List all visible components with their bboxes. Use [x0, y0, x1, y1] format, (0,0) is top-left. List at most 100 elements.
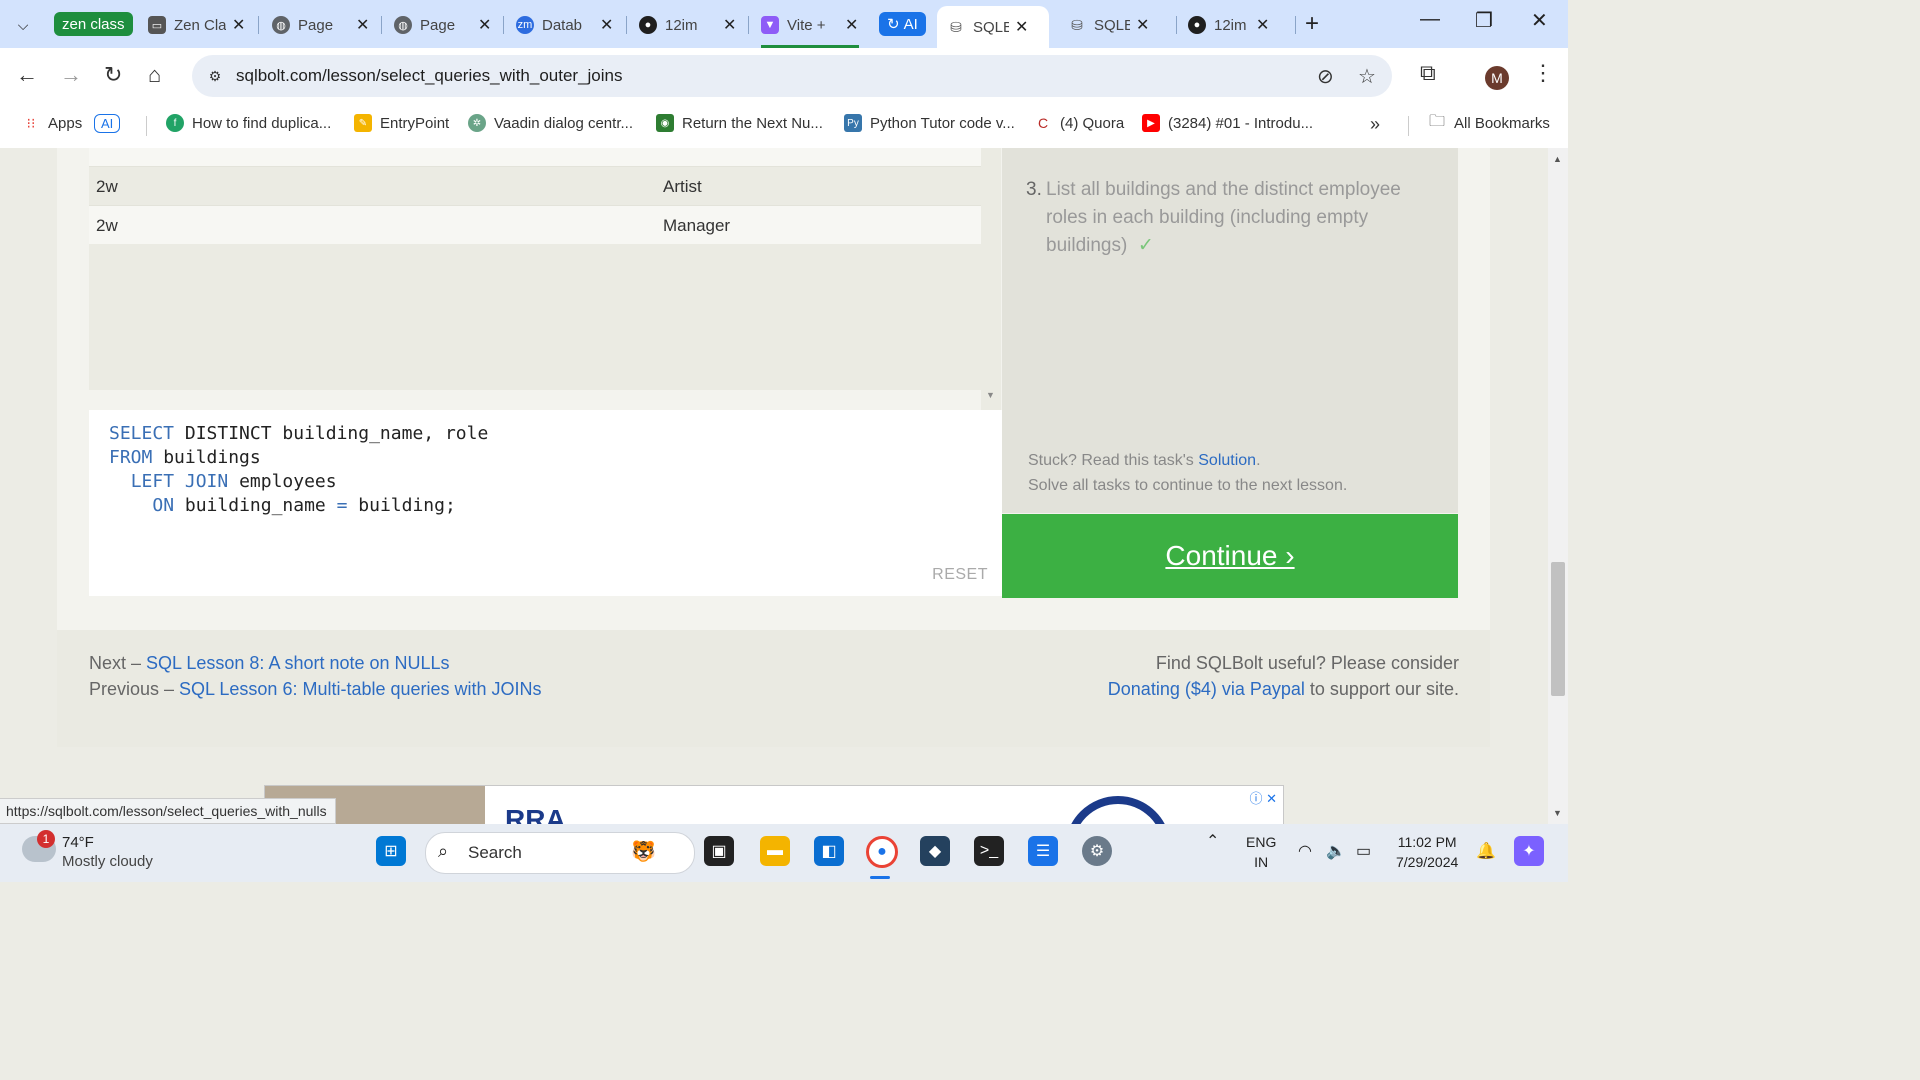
donate-link[interactable]: Donating ($4) via Paypal	[1108, 679, 1305, 699]
openai-icon: ✲	[468, 114, 486, 132]
notepad-icon[interactable]: ☰	[1028, 836, 1058, 866]
taskbar-search[interactable]: ⌕ Search 🐯	[425, 832, 695, 874]
close-icon[interactable]: ✕	[1015, 17, 1028, 37]
terminal-icon[interactable]: >_	[974, 836, 1004, 866]
tab-zen-class[interactable]: ▭ Zen Class✕	[148, 9, 245, 41]
temperature[interactable]: 74°F	[62, 834, 94, 851]
file-explorer-icon[interactable]: ▬	[760, 836, 790, 866]
tab-github-2[interactable]: ● 12im ✕	[1188, 9, 1269, 41]
active-app-indicator	[870, 876, 890, 879]
cell-role: Manager	[663, 216, 731, 235]
bookmark-return-next[interactable]: ◉ Return the Next Nu...	[656, 114, 823, 132]
wifi-icon[interactable]: ◠	[1298, 842, 1312, 862]
window-close-icon[interactable]: ✕	[1531, 8, 1548, 33]
scroll-up-arrow-icon[interactable]: ▲	[1553, 154, 1562, 164]
bookmark-entrypoint[interactable]: ✎ EntryPoint	[354, 114, 449, 132]
tab-page-2[interactable]: ◍ Page ✕	[394, 9, 491, 41]
youtube-icon: ▶	[1142, 114, 1160, 132]
close-icon[interactable]: ✕	[1136, 15, 1149, 35]
tiger-doodle-icon: 🐯	[631, 841, 656, 863]
previous-lesson-link[interactable]: SQL Lesson 6: Multi-table queries with J…	[179, 679, 542, 699]
tab-sqlbolt-active[interactable]: ⛁ SQLB ✕	[937, 6, 1049, 48]
forward-arrow-icon[interactable]: →	[60, 62, 82, 88]
continue-button-area[interactable]: Continue ›	[1002, 514, 1458, 598]
results-scrollbar[interactable]: ▼	[981, 148, 1001, 410]
sql-editor[interactable]: SELECT DISTINCT building_name, role FROM…	[89, 410, 1002, 596]
tab-search-chevron-icon[interactable]: ⌵	[8, 10, 38, 40]
task-text: List all buildings and the distinct empl…	[1046, 179, 1401, 256]
restore-icon[interactable]: ❐	[1475, 8, 1493, 33]
tab-datab[interactable]: zm Datab ✕	[516, 9, 613, 41]
scroll-down-arrow-icon[interactable]: ▼	[1553, 808, 1562, 818]
tab-page-1[interactable]: ◍ Page ✕	[272, 9, 369, 41]
address-bar[interactable]: ⚙ sqlbolt.com/lesson/select_queries_with…	[192, 55, 1392, 97]
close-icon[interactable]: ✕	[232, 15, 245, 35]
close-icon[interactable]: ✕	[600, 15, 613, 35]
solution-link[interactable]: Solution	[1198, 452, 1256, 469]
bookmark-duplicates[interactable]: f How to find duplica...	[166, 114, 331, 132]
ad-close-icon[interactable]: ⓘ ✕	[1249, 788, 1277, 807]
reset-button[interactable]: RESET	[932, 566, 988, 584]
copilot-icon[interactable]: ✦	[1514, 836, 1544, 866]
task-view-icon[interactable]: ▣	[704, 836, 734, 866]
reload-icon[interactable]: ↻	[104, 62, 122, 88]
ai-icon: ↻	[887, 16, 900, 33]
globe-icon: ◍	[272, 16, 290, 34]
mysql-workbench-icon[interactable]: ◆	[920, 836, 950, 866]
close-icon[interactable]: ✕	[478, 15, 491, 35]
tab-vite[interactable]: ▼ Vite + ✕	[761, 9, 858, 41]
bookmark-vaadin[interactable]: ✲ Vaadin dialog centr...	[468, 114, 633, 132]
next-lesson-link[interactable]: SQL Lesson 8: A short note on NULLs	[146, 653, 450, 673]
clock[interactable]: 11:02 PM 7/29/2024	[1396, 832, 1458, 872]
bookmark-python-tutor[interactable]: Py Python Tutor code v...	[844, 114, 1015, 132]
bookmark-apps[interactable]: ⁝⁝ Apps	[22, 114, 83, 132]
close-icon[interactable]: ✕	[356, 15, 369, 35]
menu-kebab-icon[interactable]: ⋮	[1532, 60, 1554, 86]
new-tab-icon[interactable]: +	[1305, 10, 1319, 38]
tab-github-1[interactable]: ● 12im ✕	[639, 9, 736, 41]
tab-sqlbolt-2[interactable]: ⛁ SQLB ✕	[1068, 9, 1149, 41]
chrome-icon[interactable]: ●	[866, 836, 898, 868]
battery-icon[interactable]: ▭	[1356, 842, 1371, 862]
settings-gear-icon[interactable]: ⚙	[1082, 836, 1112, 866]
site-settings-icon[interactable]: ⚙	[204, 65, 226, 87]
bookmark-youtube[interactable]: ▶ (3284) #01 - Introdu...	[1142, 114, 1313, 132]
entrypoint-icon: ✎	[354, 114, 372, 132]
extensions-icon[interactable]: ⧉	[1420, 60, 1436, 86]
show-hidden-icons-chevron-icon[interactable]: ⌃	[1206, 832, 1219, 852]
close-icon[interactable]: ✕	[723, 15, 736, 35]
avatar[interactable]: M	[1485, 66, 1509, 90]
tab-group-label[interactable]: zen class	[54, 12, 133, 36]
eye-slash-icon[interactable]: ⊘	[1317, 64, 1334, 89]
bookmark-all[interactable]: 🗀 All Bookmarks	[1428, 113, 1550, 132]
tab-group-ai[interactable]: ↻ AI	[879, 12, 926, 36]
scroll-thumb[interactable]	[1551, 562, 1565, 696]
weather-condition[interactable]: Mostly cloudy	[62, 853, 153, 870]
advertisement-banner[interactable]: RRA ⓘ ✕	[264, 785, 1284, 824]
bookmark-star-icon[interactable]: ☆	[1358, 64, 1376, 89]
more-bookmarks-icon[interactable]: »	[1370, 114, 1380, 135]
apps-grid-icon: ⁝⁝	[26, 114, 36, 131]
minimize-icon[interactable]: —	[1420, 8, 1440, 31]
volume-icon[interactable]: 🔈	[1326, 842, 1346, 862]
language-indicator[interactable]: ENG IN	[1246, 832, 1276, 872]
close-icon[interactable]: ✕	[1256, 15, 1269, 35]
globe-icon: ◍	[394, 16, 412, 34]
ad-text: RRA	[505, 804, 566, 824]
weather-badge: 1	[37, 830, 55, 848]
url-text[interactable]: sqlbolt.com/lesson/select_queries_with_o…	[236, 66, 623, 86]
bookmark-quora[interactable]: C (4) Quora	[1034, 114, 1124, 132]
bookmark-ai[interactable]: AI	[94, 114, 121, 133]
sql-code[interactable]: SELECT DISTINCT building_name, role FROM…	[109, 422, 488, 518]
tab-strip: ⌵ zen class ▭ Zen Class✕ ◍ Page✕ ◍ Page✕…	[0, 0, 1568, 48]
scroll-down-arrow-icon[interactable]: ▼	[986, 390, 995, 400]
home-icon[interactable]: ⌂	[148, 62, 161, 88]
windows-start-icon[interactable]: ⊞	[376, 836, 406, 866]
store-icon[interactable]: ◧	[814, 836, 844, 866]
python-icon: Py	[844, 114, 862, 132]
back-arrow-icon[interactable]: ←	[16, 62, 38, 88]
close-icon[interactable]: ✕	[845, 15, 858, 35]
page-scrollbar[interactable]: ▲ ▼	[1548, 148, 1568, 824]
notification-bell-icon[interactable]: 🔔	[1476, 842, 1496, 862]
continue-button[interactable]: Continue ›	[1165, 540, 1294, 572]
